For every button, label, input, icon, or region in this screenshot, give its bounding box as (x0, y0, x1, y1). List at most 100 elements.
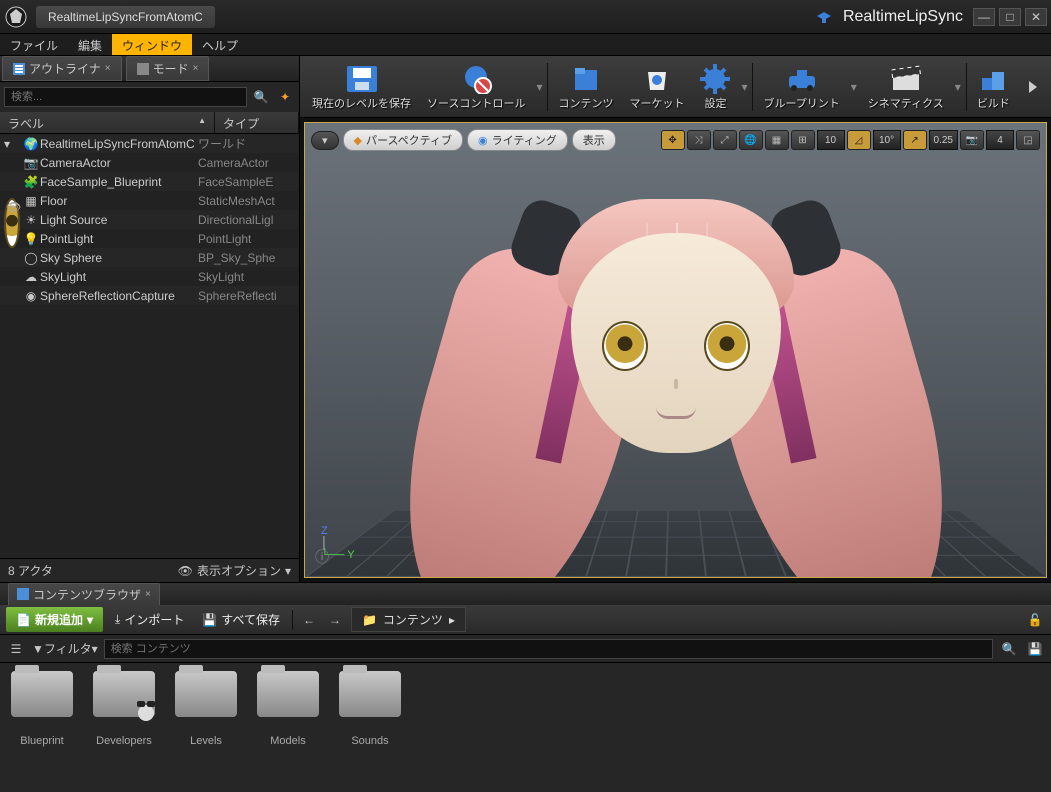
menu-window[interactable]: ウィンドウ (112, 34, 192, 55)
outliner-row[interactable]: 👁💡PointLightPointLight (0, 229, 299, 248)
outliner-tab[interactable]: アウトライナ × (2, 56, 122, 81)
camera-speed-icon[interactable]: 📷 (960, 130, 984, 150)
actor-count: 8 アクタ (8, 562, 53, 579)
content-button[interactable]: コンテンツ (550, 59, 621, 115)
camera-speed-value[interactable]: 4 (986, 130, 1014, 150)
scale-snap-icon[interactable]: ↗ (903, 130, 927, 150)
outliner-row[interactable]: 👁🧩FaceSample_BlueprintFaceSampleE (0, 172, 299, 191)
file-icon: 📄 (16, 613, 31, 627)
show-button[interactable]: 表示 (572, 129, 616, 151)
marketplace-button[interactable]: マーケット (621, 59, 692, 115)
content-browser-assets[interactable]: Blueprint DevelopersLevelsModelsSounds (0, 663, 1051, 792)
save-all-button[interactable]: 💾すべて保存 (196, 607, 286, 632)
history-forward-button[interactable]: → (325, 610, 345, 630)
folder-label: Blueprint (20, 735, 63, 747)
content-browser-tab[interactable]: コンテンツブラウザ × (8, 583, 160, 606)
actor-label: Sky Sphere (40, 251, 198, 265)
import-button[interactable]: ⤓インポート (109, 607, 190, 632)
viewport[interactable]: ▾ ◆パースペクティブ ◉ライティング 表示 ✥ ⤨ ⤢ 🌐 ▦ ⊞ 10 ◿ (304, 122, 1047, 578)
build-button[interactable]: ビルド (969, 59, 1018, 115)
scale-mode-icon[interactable]: ⤢ (713, 130, 737, 150)
actor-type: PointLight (198, 232, 251, 246)
level-tab[interactable]: RealtimeLipSyncFromAtomC (36, 6, 215, 28)
title-bar: RealtimeLipSyncFromAtomC RealtimeLipSync… (0, 0, 1051, 34)
modes-tab[interactable]: モード × (126, 56, 210, 81)
dropdown-icon[interactable]: ▾ (952, 80, 964, 94)
add-new-button[interactable]: 📄新規追加▾ (6, 607, 103, 632)
learn-icon[interactable] (815, 8, 833, 26)
content-search-input[interactable] (104, 639, 993, 659)
close-icon[interactable]: × (193, 63, 199, 74)
folder-item[interactable]: Blueprint (8, 671, 76, 784)
close-icon[interactable]: × (105, 63, 111, 74)
actor-type: FaceSampleE (198, 175, 273, 189)
save-level-button[interactable]: 現在のレベルを保存 (304, 59, 419, 115)
add-filter-icon[interactable]: ✦ (275, 87, 295, 107)
dropdown-icon[interactable]: ▾ (738, 80, 750, 94)
settings-button[interactable]: 設定 (692, 59, 738, 115)
search-icon[interactable]: 🔍 (251, 87, 271, 107)
outliner-row[interactable]: 👁◯Sky SphereBP_Sky_Sphe (0, 248, 299, 267)
folder-item[interactable]: Levels (172, 671, 240, 784)
angle-snap-value[interactable]: 10° (873, 130, 901, 150)
actor-type: BP_Sky_Sphe (198, 251, 275, 265)
scale-snap-value[interactable]: 0.25 (929, 130, 958, 150)
folder-item[interactable]: Sounds (336, 671, 404, 784)
minimize-button[interactable]: — (973, 8, 995, 26)
maximize-viewport-icon[interactable]: ◲ (1016, 130, 1040, 150)
content-path-button[interactable]: 📁コンテンツ▸ (351, 607, 466, 632)
outliner-row[interactable]: 👁📷CameraActorCameraActor (0, 153, 299, 172)
grid-snap-value[interactable]: 10 (817, 130, 845, 150)
view-options-button[interactable]: 👁 表示オプション▾ (178, 562, 291, 579)
lock-icon[interactable]: 🔓 (1025, 610, 1045, 630)
cinematics-button[interactable]: シネマティクス (860, 59, 952, 115)
translate-mode-icon[interactable]: ⤨ (687, 130, 711, 150)
modes-tab-label: モード (153, 60, 189, 77)
content-browser-toolbar: 📄新規追加▾ ⤓インポート 💾すべて保存 ← → 📁コンテンツ▸ 🔓 (0, 605, 1051, 635)
outliner-row[interactable]: 👁☁SkyLightSkyLight (0, 267, 299, 286)
viewport-menu-button[interactable]: ▾ (311, 131, 339, 150)
dropdown-icon[interactable]: ▾ (848, 80, 860, 94)
menu-edit[interactable]: 編集 (68, 34, 112, 55)
actor-label: SkyLight (40, 270, 198, 284)
folder-item[interactable]: Developers (90, 671, 158, 784)
col-type[interactable]: タイプ (215, 112, 299, 133)
grid-snap-icon[interactable]: ⊞ (791, 130, 815, 150)
maximize-button[interactable]: □ (999, 8, 1021, 26)
close-button[interactable]: ✕ (1025, 8, 1047, 26)
outliner-tree[interactable]: 👁▾🌍RealtimeLipSyncFromAtomCワールド👁📷CameraA… (0, 134, 299, 558)
actor-label: CameraActor (40, 156, 198, 170)
outliner-tab-label: アウトライナ (29, 60, 101, 77)
blueprints-button[interactable]: ブループリント (755, 59, 847, 115)
save-search-icon[interactable]: 💾 (1025, 639, 1045, 659)
lighting-button[interactable]: ◉ライティング (467, 129, 568, 151)
select-mode-icon[interactable]: ✥ (661, 130, 685, 150)
col-label[interactable]: ラベル▲ (0, 112, 215, 133)
actor-type: SphereReflecti (198, 289, 277, 303)
outliner-row[interactable]: 👁▾🌍RealtimeLipSyncFromAtomCワールド (0, 134, 299, 153)
angle-snap-icon[interactable]: ◿ (847, 130, 871, 150)
dropdown-icon[interactable]: ▾ (533, 80, 545, 94)
outliner-row[interactable]: 👁◉SphereReflectionCaptureSphereReflecti (0, 286, 299, 305)
outliner-search-input[interactable] (4, 87, 247, 107)
search-icon[interactable]: 🔍 (999, 639, 1019, 659)
outliner-row[interactable]: 👁☀Light SourceDirectionalLigl (0, 210, 299, 229)
viewport-info-icon[interactable]: ⓘ (315, 547, 329, 567)
menu-file[interactable]: ファイル (0, 34, 68, 55)
sources-panel-icon[interactable]: ☰ (6, 639, 26, 659)
filters-button[interactable]: ▼フィルタ▾ (32, 640, 98, 657)
surface-snap-icon[interactable]: ▦ (765, 130, 789, 150)
folder-item[interactable]: Models (254, 671, 322, 784)
source-control-button[interactable]: ソースコントロール (419, 59, 533, 115)
menu-help[interactable]: ヘルプ (192, 34, 248, 55)
outliner-row[interactable]: 👁▦FloorStaticMeshAct (0, 191, 299, 210)
folder-icon (257, 671, 319, 717)
perspective-button[interactable]: ◆パースペクティブ (343, 129, 464, 151)
actor-label: FaceSample_Blueprint (40, 175, 198, 189)
world-local-icon[interactable]: 🌐 (739, 130, 763, 150)
close-icon[interactable]: × (145, 589, 151, 600)
left-panel-tabs: アウトライナ × モード × (0, 56, 299, 82)
history-back-button[interactable]: ← (299, 610, 319, 630)
visibility-icon[interactable]: 👁 (4, 198, 20, 248)
toolbar-overflow-button[interactable] (1019, 79, 1047, 95)
